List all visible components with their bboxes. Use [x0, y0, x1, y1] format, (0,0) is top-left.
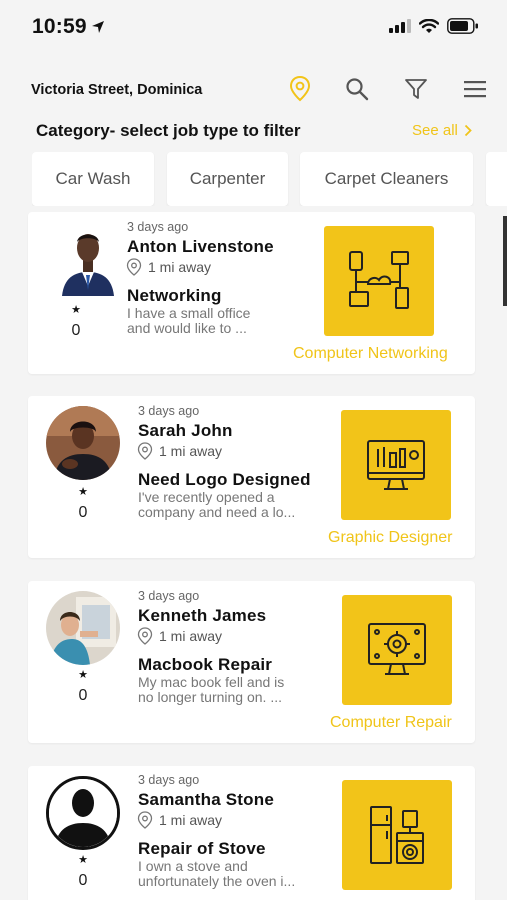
distance: 1 mi away: [126, 258, 211, 276]
job-description: I own a stove and unfortunately the oven…: [138, 859, 318, 889]
chip-partial[interactable]: [486, 152, 507, 206]
job-title: Need Logo Designed: [138, 470, 311, 489]
avatar: [46, 776, 120, 850]
network-icon: [349, 251, 409, 309]
menu-icon[interactable]: [459, 74, 491, 104]
rating-count: 0: [71, 322, 81, 339]
status-bar: 10:59: [0, 0, 507, 56]
category-chips: Car Wash Carpenter Carpet Cleaners: [32, 152, 507, 206]
category-tile[interactable]: [342, 595, 452, 705]
chip-label: Carpet Cleaners: [324, 169, 449, 188]
graphic-design-icon: [367, 440, 425, 490]
job-card[interactable]: ★ 0 3 days ago Kenneth James 1 mi away M…: [28, 581, 475, 743]
poster-name: Samantha Stone: [138, 790, 274, 809]
star-icon: ★: [71, 304, 81, 316]
star-icon: ★: [78, 669, 88, 681]
rating-count: 0: [78, 872, 88, 889]
description-line: company and need a lo...: [138, 504, 296, 520]
distance-text: 1 mi away: [159, 443, 223, 459]
location-pin-icon: [137, 442, 153, 460]
status-time: 10:59: [32, 15, 87, 38]
job-description: I've recently opened a company and need …: [138, 490, 318, 520]
distance: 1 mi away: [137, 627, 222, 645]
description-line: unfortunately the oven i...: [138, 873, 296, 889]
chip-carpet-cleaners[interactable]: Carpet Cleaners: [300, 152, 473, 206]
category-tile[interactable]: [324, 226, 434, 336]
appliance-icon: [370, 806, 424, 864]
chip-car-wash[interactable]: Car Wash: [32, 152, 154, 206]
distance-text: 1 mi away: [148, 259, 212, 275]
location-pin-icon: [137, 811, 153, 829]
star-icon: ★: [78, 854, 88, 866]
see-all-label: See all: [412, 122, 458, 139]
poster-name: Sarah John: [138, 421, 233, 440]
job-title: Repair of Stove: [138, 839, 266, 858]
location-arrow-icon: [91, 21, 104, 33]
job-description: I have a small office and would like to …: [127, 306, 307, 336]
chip-carpenter[interactable]: Carpenter: [167, 152, 288, 206]
wifi-icon: [419, 18, 439, 33]
job-title: Networking: [127, 286, 222, 305]
distance-text: 1 mi away: [159, 812, 223, 828]
distance: 1 mi away: [137, 442, 222, 460]
avatar: [46, 591, 120, 665]
rating: ★ 0: [73, 486, 93, 522]
category-label: Computer Repair: [330, 714, 452, 731]
posted-time: 3 days ago: [138, 773, 200, 787]
chevron-right-icon: [464, 124, 472, 137]
category-section-title: Category- select job type to filter: [36, 121, 301, 140]
description-line: I have a small office: [127, 305, 251, 321]
job-card[interactable]: ★ 0 3 days ago Sarah John 1 mi away Need…: [28, 396, 475, 558]
description-line: and would like to ...: [127, 320, 247, 336]
job-description: My mac book fell and is no longer turnin…: [138, 675, 318, 705]
posted-time: 3 days ago: [138, 589, 200, 603]
distance-text: 1 mi away: [159, 628, 223, 644]
see-all-link[interactable]: See all: [412, 122, 472, 139]
next-card-peek: [503, 216, 507, 306]
category-label: Graphic Designer: [328, 529, 453, 546]
filter-icon[interactable]: [400, 74, 432, 104]
category-tile[interactable]: [341, 410, 451, 520]
category-tile[interactable]: [342, 780, 452, 890]
job-title: Macbook Repair: [138, 655, 273, 674]
rating: ★ 0: [73, 854, 93, 890]
search-icon[interactable]: [341, 74, 373, 104]
rating: ★ 0: [66, 304, 86, 340]
description-line: I own a stove and: [138, 858, 248, 874]
job-card[interactable]: ★ 0 3 days ago Samantha Stone 1 mi away …: [28, 766, 475, 900]
signal-icon: [389, 19, 411, 33]
battery-icon: [447, 18, 478, 34]
posted-time: 3 days ago: [138, 404, 200, 418]
avatar: [46, 406, 120, 480]
poster-name: Kenneth James: [138, 606, 267, 625]
description-line: I've recently opened a: [138, 489, 275, 505]
rating: ★ 0: [73, 669, 93, 705]
category-label: Computer Networking: [293, 345, 448, 362]
location-pin-icon: [126, 258, 142, 276]
location-pin-icon[interactable]: [284, 74, 316, 104]
description-line: no longer turning on. ...: [138, 689, 282, 705]
distance: 1 mi away: [137, 811, 222, 829]
star-icon: ★: [78, 486, 88, 498]
avatar: [58, 220, 118, 296]
posted-time: 3 days ago: [127, 220, 189, 234]
poster-name: Anton Livenstone: [127, 237, 274, 256]
rating-count: 0: [78, 504, 88, 521]
chip-label: Car Wash: [55, 169, 131, 188]
job-card[interactable]: ★ 0 3 days ago Anton Livenstone 1 mi awa…: [28, 212, 475, 374]
chip-label: Carpenter: [189, 169, 266, 188]
description-line: My mac book fell and is: [138, 674, 285, 690]
location-label[interactable]: Victoria Street, Dominica: [31, 82, 202, 98]
location-pin-icon: [137, 627, 153, 645]
rating-count: 0: [78, 687, 88, 704]
computer-repair-icon: [368, 623, 426, 675]
